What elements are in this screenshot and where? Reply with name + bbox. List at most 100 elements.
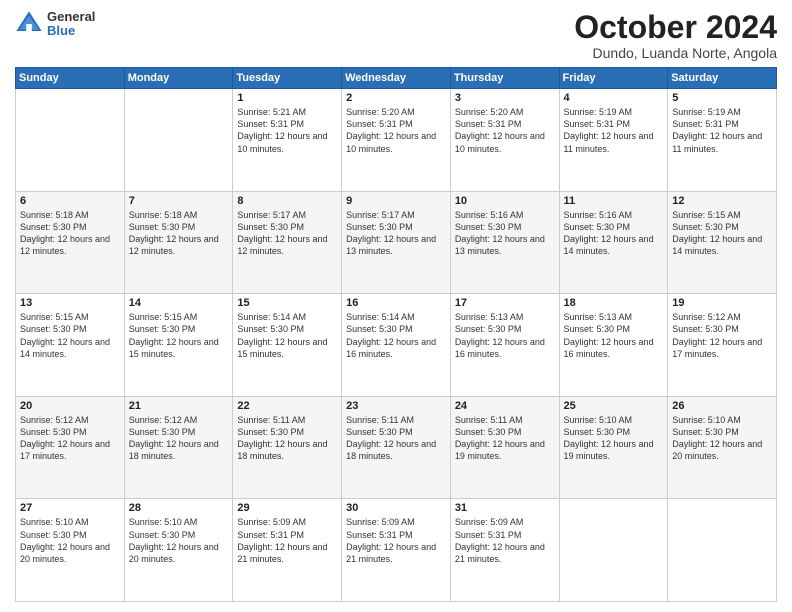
- title-section: October 2024 Dundo, Luanda Norte, Angola: [574, 10, 777, 61]
- logo-blue-text: Blue: [47, 24, 95, 38]
- calendar-week-row: 13 Sunrise: 5:15 AMSunset: 5:30 PMDayligh…: [16, 294, 777, 397]
- calendar-cell: 13 Sunrise: 5:15 AMSunset: 5:30 PMDayligh…: [16, 294, 125, 397]
- day-number: 7: [129, 195, 229, 207]
- calendar-cell: 20Sunrise: 5:12 AMSunset: 5:30 PMDayligh…: [16, 396, 125, 499]
- calendar-cell: 8 Sunrise: 5:17 AMSunset: 5:30 PMDaylight…: [233, 191, 342, 294]
- day-number: 19: [672, 297, 772, 309]
- calendar-cell: 4 Sunrise: 5:19 AMSunset: 5:31 PMDaylight…: [559, 89, 668, 192]
- calendar-week-row: 27Sunrise: 5:10 AMSunset: 5:30 PMDayligh…: [16, 499, 777, 602]
- day-info: Sunrise: 5:12 AMSunset: 5:30 PMDaylight:…: [20, 414, 120, 463]
- day-number: 9: [346, 195, 446, 207]
- day-info: Sunrise: 5:09 AMSunset: 5:31 PMDaylight:…: [346, 516, 446, 565]
- calendar-header-wednesday: Wednesday: [342, 68, 451, 89]
- day-number: 24: [455, 400, 555, 412]
- calendar-cell: [124, 89, 233, 192]
- calendar-cell: [668, 499, 777, 602]
- calendar-cell: 19 Sunrise: 5:12 AMSunset: 5:30 PMDayligh…: [668, 294, 777, 397]
- day-info: Sunrise: 5:19 AMSunset: 5:31 PMDaylight:…: [672, 106, 772, 155]
- calendar-cell: 18 Sunrise: 5:13 AMSunset: 5:30 PMDayligh…: [559, 294, 668, 397]
- calendar-cell: [559, 499, 668, 602]
- day-number: 22: [237, 400, 337, 412]
- calendar-cell: 17Sunrise: 5:13 AMSunset: 5:30 PMDayligh…: [450, 294, 559, 397]
- calendar-header-monday: Monday: [124, 68, 233, 89]
- calendar-cell: 6 Sunrise: 5:18 AMSunset: 5:30 PMDaylight…: [16, 191, 125, 294]
- calendar-cell: 29Sunrise: 5:09 AMSunset: 5:31 PMDayligh…: [233, 499, 342, 602]
- day-number: 26: [672, 400, 772, 412]
- day-info: Sunrise: 5:20 AMSunset: 5:31 PMDaylight:…: [455, 106, 555, 155]
- day-info: Sunrise: 5:14 AMSunset: 5:30 PMDaylight:…: [237, 311, 337, 360]
- day-number: 6: [20, 195, 120, 207]
- day-info: Sunrise: 5:10 AMSunset: 5:30 PMDaylight:…: [20, 516, 120, 565]
- logo-text: General Blue: [47, 10, 95, 39]
- day-info: Sunrise: 5:19 AMSunset: 5:31 PMDaylight:…: [564, 106, 664, 155]
- day-info: Sunrise: 5:15 AMSunset: 5:30 PMDaylight:…: [129, 311, 229, 360]
- day-number: 16: [346, 297, 446, 309]
- day-info: Sunrise: 5:20 AMSunset: 5:31 PMDaylight:…: [346, 106, 446, 155]
- calendar-header-thursday: Thursday: [450, 68, 559, 89]
- calendar-cell: 26 Sunrise: 5:10 AMSunset: 5:30 PMDayligh…: [668, 396, 777, 499]
- day-info: Sunrise: 5:14 AMSunset: 5:30 PMDaylight:…: [346, 311, 446, 360]
- day-number: 15: [237, 297, 337, 309]
- day-info: Sunrise: 5:12 AMSunset: 5:30 PMDaylight:…: [129, 414, 229, 463]
- day-info: Sunrise: 5:18 AMSunset: 5:30 PMDaylight:…: [20, 209, 120, 258]
- calendar-cell: 25Sunrise: 5:10 AMSunset: 5:30 PMDayligh…: [559, 396, 668, 499]
- calendar-cell: 14 Sunrise: 5:15 AMSunset: 5:30 PMDayligh…: [124, 294, 233, 397]
- calendar-cell: 12Sunrise: 5:15 AMSunset: 5:30 PMDayligh…: [668, 191, 777, 294]
- calendar-cell: 10 Sunrise: 5:16 AMSunset: 5:30 PMDayligh…: [450, 191, 559, 294]
- calendar-week-row: 6 Sunrise: 5:18 AMSunset: 5:30 PMDaylight…: [16, 191, 777, 294]
- page: General Blue October 2024 Dundo, Luanda …: [0, 0, 792, 612]
- calendar-cell: 15 Sunrise: 5:14 AMSunset: 5:30 PMDayligh…: [233, 294, 342, 397]
- day-number: 13: [20, 297, 120, 309]
- month-title: October 2024: [574, 10, 777, 45]
- day-number: 11: [564, 195, 664, 207]
- day-number: 28: [129, 502, 229, 514]
- day-info: Sunrise: 5:10 AMSunset: 5:30 PMDaylight:…: [129, 516, 229, 565]
- day-info: Sunrise: 5:15 AMSunset: 5:30 PMDaylight:…: [20, 311, 120, 360]
- day-number: 1: [237, 92, 337, 104]
- day-info: Sunrise: 5:17 AMSunset: 5:30 PMDaylight:…: [237, 209, 337, 258]
- calendar-cell: 3 Sunrise: 5:20 AMSunset: 5:31 PMDaylight…: [450, 89, 559, 192]
- day-number: 8: [237, 195, 337, 207]
- day-number: 14: [129, 297, 229, 309]
- calendar-cell: 28 Sunrise: 5:10 AMSunset: 5:30 PMDayligh…: [124, 499, 233, 602]
- calendar-cell: 31Sunrise: 5:09 AMSunset: 5:31 PMDayligh…: [450, 499, 559, 602]
- calendar-cell: 5 Sunrise: 5:19 AMSunset: 5:31 PMDaylight…: [668, 89, 777, 192]
- calendar-cell: 2 Sunrise: 5:20 AMSunset: 5:31 PMDaylight…: [342, 89, 451, 192]
- day-number: 4: [564, 92, 664, 104]
- calendar-header-friday: Friday: [559, 68, 668, 89]
- logo-general-text: General: [47, 10, 95, 24]
- calendar-week-row: 20Sunrise: 5:12 AMSunset: 5:30 PMDayligh…: [16, 396, 777, 499]
- day-info: Sunrise: 5:16 AMSunset: 5:30 PMDaylight:…: [455, 209, 555, 258]
- calendar-header-tuesday: Tuesday: [233, 68, 342, 89]
- header: General Blue October 2024 Dundo, Luanda …: [15, 10, 777, 61]
- day-number: 5: [672, 92, 772, 104]
- calendar-cell: 24 Sunrise: 5:11 AMSunset: 5:30 PMDayligh…: [450, 396, 559, 499]
- calendar-cell: 11 Sunrise: 5:16 AMSunset: 5:30 PMDayligh…: [559, 191, 668, 294]
- day-info: Sunrise: 5:21 AMSunset: 5:31 PMDaylight:…: [237, 106, 337, 155]
- calendar-cell: 16 Sunrise: 5:14 AMSunset: 5:30 PMDayligh…: [342, 294, 451, 397]
- day-number: 18: [564, 297, 664, 309]
- calendar-cell: 30 Sunrise: 5:09 AMSunset: 5:31 PMDayligh…: [342, 499, 451, 602]
- day-info: Sunrise: 5:12 AMSunset: 5:30 PMDaylight:…: [672, 311, 772, 360]
- location-subtitle: Dundo, Luanda Norte, Angola: [574, 45, 777, 61]
- calendar-header-row: SundayMondayTuesdayWednesdayThursdayFrid…: [16, 68, 777, 89]
- day-number: 31: [455, 502, 555, 514]
- day-info: Sunrise: 5:11 AMSunset: 5:30 PMDaylight:…: [237, 414, 337, 463]
- day-info: Sunrise: 5:13 AMSunset: 5:30 PMDaylight:…: [564, 311, 664, 360]
- day-number: 3: [455, 92, 555, 104]
- calendar-cell: 9 Sunrise: 5:17 AMSunset: 5:30 PMDaylight…: [342, 191, 451, 294]
- calendar-cell: 27Sunrise: 5:10 AMSunset: 5:30 PMDayligh…: [16, 499, 125, 602]
- day-number: 2: [346, 92, 446, 104]
- day-number: 23: [346, 400, 446, 412]
- day-info: Sunrise: 5:17 AMSunset: 5:30 PMDaylight:…: [346, 209, 446, 258]
- day-number: 10: [455, 195, 555, 207]
- day-info: Sunrise: 5:10 AMSunset: 5:30 PMDaylight:…: [672, 414, 772, 463]
- day-number: 17: [455, 297, 555, 309]
- day-info: Sunrise: 5:11 AMSunset: 5:30 PMDaylight:…: [455, 414, 555, 463]
- logo: General Blue: [15, 10, 95, 39]
- day-info: Sunrise: 5:16 AMSunset: 5:30 PMDaylight:…: [564, 209, 664, 258]
- day-number: 21: [129, 400, 229, 412]
- day-number: 30: [346, 502, 446, 514]
- day-info: Sunrise: 5:18 AMSunset: 5:30 PMDaylight:…: [129, 209, 229, 258]
- calendar-cell: 21 Sunrise: 5:12 AMSunset: 5:30 PMDayligh…: [124, 396, 233, 499]
